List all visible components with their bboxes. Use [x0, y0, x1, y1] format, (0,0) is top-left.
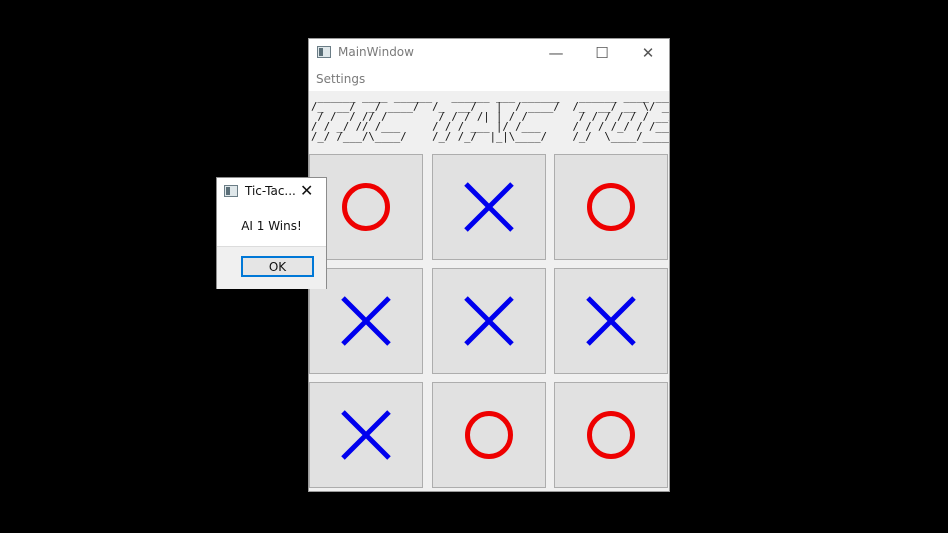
x-mark-icon: [464, 296, 514, 346]
board-cell-2[interactable]: [432, 154, 546, 260]
board-cell-5[interactable]: [432, 268, 546, 374]
x-mark-icon: [586, 296, 636, 346]
maximize-button[interactable]: ☐: [579, 39, 625, 69]
o-mark-icon: [342, 183, 390, 231]
board-cell-3[interactable]: [554, 154, 668, 260]
ascii-banner: ______ ____ ______ ______ ___ ______ ___…: [309, 91, 669, 153]
board-cell-9[interactable]: [554, 382, 668, 488]
close-button[interactable]: ✕: [625, 39, 671, 69]
menu-bar: Settings: [309, 69, 669, 91]
dialog-message: AI 1 Wins!: [241, 219, 302, 233]
x-mark-icon: [464, 182, 514, 232]
app-icon: [317, 46, 331, 58]
board-cell-7[interactable]: [309, 382, 423, 488]
dialog-close-button[interactable]: ✕: [300, 181, 313, 200]
dialog-app-icon: [224, 185, 238, 197]
dialog-title-bar[interactable]: Tic-Tac... ✕: [217, 178, 326, 206]
ok-button[interactable]: OK: [241, 256, 314, 277]
o-mark-icon: [587, 183, 635, 231]
result-dialog: Tic-Tac... ✕ AI 1 Wins! OK: [216, 177, 327, 289]
title-bar[interactable]: MainWindow — ☐ ✕: [309, 39, 669, 69]
board-cell-6[interactable]: [554, 268, 668, 374]
game-board: [309, 153, 669, 493]
minimize-button[interactable]: —: [533, 39, 579, 69]
menu-settings[interactable]: Settings: [316, 72, 365, 86]
dialog-footer: OK: [217, 246, 326, 289]
main-window: MainWindow — ☐ ✕ Settings ______ ____ __…: [308, 38, 670, 492]
board-cell-8[interactable]: [432, 382, 546, 488]
window-title: MainWindow: [338, 45, 414, 59]
ascii-art-title: ______ ____ ______ ______ ___ ______ ___…: [311, 91, 669, 143]
dialog-title: Tic-Tac...: [245, 184, 296, 198]
x-mark-icon: [341, 296, 391, 346]
x-mark-icon: [341, 410, 391, 460]
o-mark-icon: [465, 411, 513, 459]
o-mark-icon: [587, 411, 635, 459]
